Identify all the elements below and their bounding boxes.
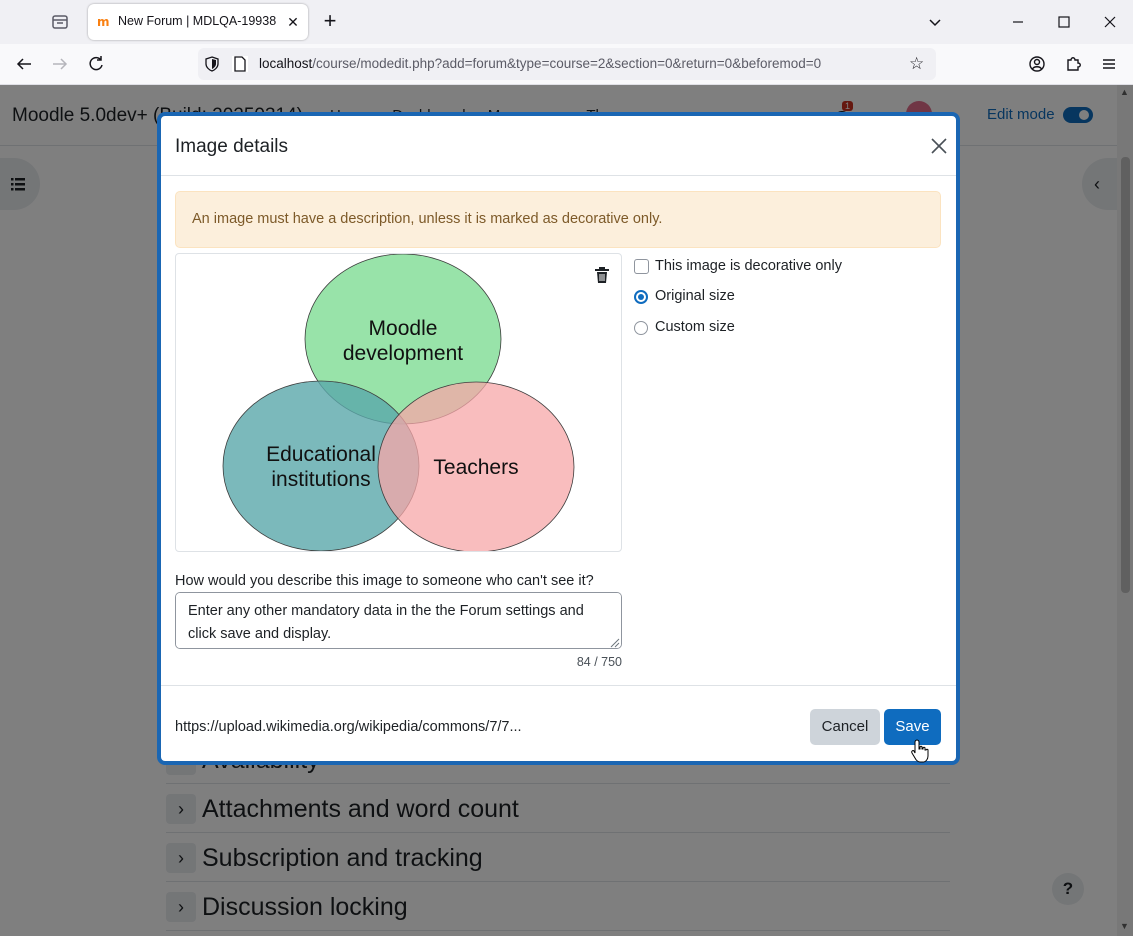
- alert-text: An image must have a description, unless…: [192, 211, 663, 227]
- venn-diagram-image: Moodle development Educational instituti…: [222, 254, 575, 551]
- shield-icon[interactable]: [204, 56, 220, 72]
- browser-tab-active[interactable]: m New Forum | MDLQA-19938 | MDL ✕: [88, 4, 308, 40]
- modal-footer: https://upload.wikimedia.org/wikipedia/c…: [161, 685, 956, 761]
- url-text[interactable]: localhost/course/modedit.php?add=forum&t…: [259, 56, 821, 71]
- menu-icon[interactable]: [1097, 52, 1121, 76]
- page-icon[interactable]: [232, 56, 248, 72]
- venn-label-left-line1: Educational: [266, 443, 376, 466]
- reload-icon[interactable]: [84, 52, 108, 76]
- close-icon[interactable]: [929, 136, 949, 156]
- custom-size-label[interactable]: Custom size: [655, 319, 735, 335]
- tab-list-icon[interactable]: [48, 10, 72, 34]
- address-bar[interactable]: localhost/course/modedit.php?add=forum&t…: [198, 48, 936, 80]
- new-tab-icon[interactable]: +: [318, 10, 342, 34]
- description-label: How would you describe this image to som…: [175, 573, 594, 589]
- forward-icon[interactable]: [48, 52, 72, 76]
- warning-alert: An image must have a description, unless…: [175, 191, 941, 248]
- browser-tab-bar: m New Forum | MDLQA-19938 | MDL ✕ +: [0, 0, 1133, 44]
- venn-label-top-line2: development: [343, 342, 463, 365]
- decorative-label[interactable]: This image is decorative only: [655, 258, 842, 274]
- image-source-url: https://upload.wikimedia.org/wikipedia/c…: [175, 719, 522, 735]
- radio-checked-icon[interactable]: [634, 290, 648, 304]
- account-icon[interactable]: [1025, 52, 1049, 76]
- venn-label-top-line1: Moodle: [369, 317, 438, 340]
- tab-title: New Forum | MDLQA-19938 | MDL: [118, 14, 278, 28]
- maximize-icon[interactable]: [1052, 10, 1076, 34]
- checkbox-icon[interactable]: [634, 259, 649, 274]
- modal-header: Image details: [161, 116, 956, 176]
- cancel-button[interactable]: Cancel: [810, 709, 880, 745]
- character-count: 84 / 750: [576, 655, 622, 669]
- back-icon[interactable]: [12, 52, 36, 76]
- resize-grip-icon[interactable]: [608, 635, 620, 648]
- trash-icon[interactable]: [594, 266, 610, 284]
- chevron-down-icon[interactable]: [923, 10, 947, 34]
- radio-icon[interactable]: [634, 321, 648, 335]
- close-tab-icon[interactable]: ✕: [284, 13, 302, 31]
- hand-cursor-icon: [911, 739, 929, 763]
- extensions-icon[interactable]: [1061, 52, 1085, 76]
- original-size-label[interactable]: Original size: [655, 288, 735, 304]
- modal-title: Image details: [175, 136, 289, 157]
- moodle-favicon-icon: m: [97, 15, 110, 29]
- image-details-modal: Image details An image must have a descr…: [157, 112, 960, 765]
- description-textarea[interactable]: Enter any other mandatory data in the th…: [175, 592, 622, 649]
- browser-nav-bar: localhost/course/modedit.php?add=forum&t…: [0, 44, 1133, 85]
- image-preview: Moodle development Educational instituti…: [175, 253, 622, 552]
- venn-label-right: Teachers: [433, 456, 518, 479]
- bookmark-star-icon[interactable]: ☆: [909, 55, 927, 73]
- venn-label-left-line2: institutions: [271, 468, 370, 491]
- close-window-icon[interactable]: [1098, 10, 1122, 34]
- minimize-icon[interactable]: [1006, 10, 1030, 34]
